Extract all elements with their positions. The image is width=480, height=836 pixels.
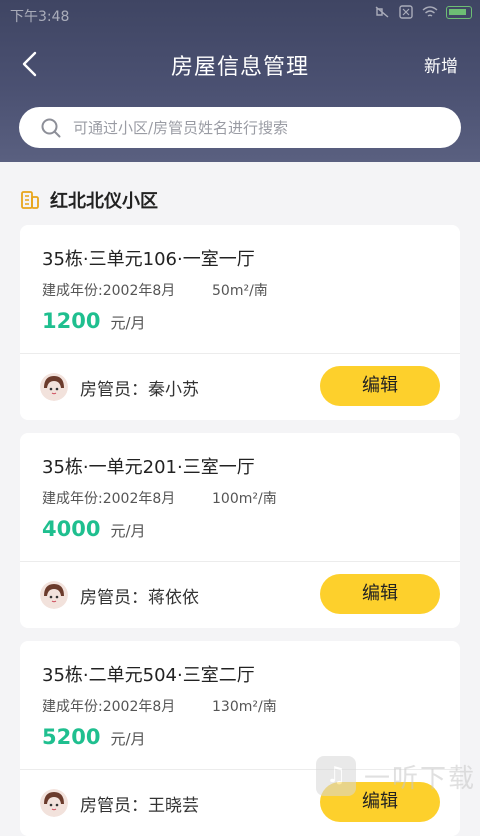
search-placeholder: 可通过小区/房管员姓名进行搜索 xyxy=(73,119,289,137)
listing-card[interactable]: 35栋·一单元201·三室一厅 建成年份:2002年8月 100m²/南 400… xyxy=(20,433,460,628)
mute-icon xyxy=(375,6,389,18)
listing-title: 35栋·二单元504·三室二厅 xyxy=(42,665,255,686)
battery-icon xyxy=(446,5,472,19)
price-unit: 元/月 xyxy=(110,522,146,540)
watermark-logo-icon: ♫ xyxy=(315,756,356,796)
watermark-text: 一听下载 xyxy=(363,763,476,794)
manager-info: 房管员：王晓芸 xyxy=(40,789,199,817)
watermark: ♫ 一听下载 xyxy=(315,756,476,796)
page-title: 房屋信息管理 xyxy=(170,55,309,80)
building-icon xyxy=(21,191,39,209)
avatar xyxy=(40,789,68,817)
price-value: 4000 xyxy=(42,517,101,541)
built-year: 建成年份:2002年8月 xyxy=(42,283,176,299)
divider xyxy=(20,353,460,354)
status-time: 下午3:48 xyxy=(10,9,70,25)
status-icons xyxy=(374,5,472,19)
area-orientation: 130m²/南 xyxy=(212,699,277,715)
manager-info: 房管员：蒋依依 xyxy=(40,581,199,609)
divider xyxy=(20,561,460,562)
price-value: 1200 xyxy=(42,309,101,333)
search-icon xyxy=(41,118,61,137)
rent-price: 4000 元/月 xyxy=(42,517,146,541)
price-unit: 元/月 xyxy=(110,730,146,748)
manager-name: 房管员：王晓芸 xyxy=(80,795,199,816)
rent-price: 1200 元/月 xyxy=(42,309,146,333)
sim-icon xyxy=(399,5,413,19)
listing-card[interactable]: 35栋·二单元504·三室二厅 建成年份:2002年8月 130m²/南 520… xyxy=(20,641,460,836)
status-bar: 下午3:48 xyxy=(0,0,480,30)
manager-name: 房管员：蒋依依 xyxy=(80,587,199,608)
price-value: 5200 xyxy=(42,725,101,749)
listing-title: 35栋·一单元201·三室一厅 xyxy=(42,457,255,478)
nav-bar: 房屋信息管理 新增 xyxy=(0,36,480,92)
manager-info: 房管员：秦小苏 xyxy=(40,373,199,401)
listing-card[interactable]: 35栋·三单元106·一室一厅 建成年份:2002年8月 50m²/南 1200… xyxy=(20,225,460,420)
rent-price: 5200 元/月 xyxy=(42,725,146,749)
price-unit: 元/月 xyxy=(110,314,146,332)
edit-button[interactable]: 编辑 xyxy=(320,366,440,406)
built-year: 建成年份:2002年8月 xyxy=(42,491,176,507)
avatar xyxy=(40,581,68,609)
wifi-icon xyxy=(422,6,438,17)
listing-title: 35栋·三单元106·一室一厅 xyxy=(42,249,255,270)
area-orientation: 100m²/南 xyxy=(212,491,277,507)
community-name: 红北北仪小区 xyxy=(50,191,158,212)
manager-name: 房管员：秦小苏 xyxy=(80,379,199,400)
search-input[interactable]: 可通过小区/房管员姓名进行搜索 xyxy=(19,107,461,148)
avatar xyxy=(40,373,68,401)
built-year: 建成年份:2002年8月 xyxy=(42,699,176,715)
add-button[interactable]: 新增 xyxy=(424,52,458,77)
header: 下午3:48 房屋信息管理 新增 可通过小区/房管员姓名进行搜索 xyxy=(0,0,480,162)
community-header: 红北北仪小区 xyxy=(20,188,158,212)
edit-button[interactable]: 编辑 xyxy=(320,574,440,614)
area-orientation: 50m²/南 xyxy=(212,283,268,299)
